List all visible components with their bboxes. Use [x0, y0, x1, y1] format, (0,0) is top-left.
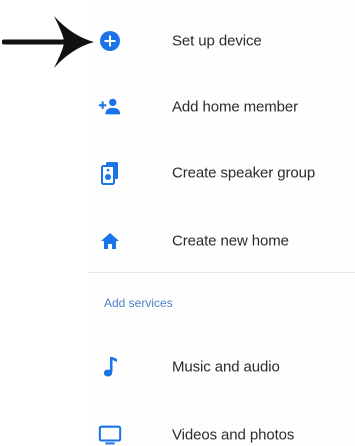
- add-person-icon: [98, 95, 122, 119]
- home-icon: [98, 229, 122, 253]
- speaker-group-icon: [98, 161, 122, 185]
- music-note-icon: [98, 355, 122, 379]
- arrow-pointer-icon: [2, 16, 94, 68]
- music-and-audio-label: Music and audio: [172, 358, 280, 376]
- create-new-home-item[interactable]: Create new home: [88, 214, 355, 268]
- create-speaker-group-label: Create speaker group: [172, 164, 316, 182]
- create-new-home-label: Create new home: [172, 232, 289, 250]
- set-up-device-label: Set up device: [172, 32, 262, 50]
- add-circle-icon: [98, 29, 122, 53]
- create-speaker-group-item[interactable]: Create speaker group: [88, 146, 355, 200]
- music-and-audio-item[interactable]: Music and audio: [88, 340, 355, 394]
- tv-icon: [98, 423, 122, 446]
- add-services-header: Add services: [104, 296, 173, 310]
- videos-and-photos-label: Videos and photos: [172, 426, 295, 444]
- section-divider: [88, 272, 355, 273]
- add-home-member-item[interactable]: Add home member: [88, 80, 355, 134]
- add-home-member-label: Add home member: [172, 98, 299, 116]
- menu-page: Set up device Add home member Create spe…: [0, 0, 355, 446]
- videos-and-photos-item[interactable]: Videos and photos: [88, 408, 355, 446]
- set-up-device-item[interactable]: Set up device: [88, 14, 355, 68]
